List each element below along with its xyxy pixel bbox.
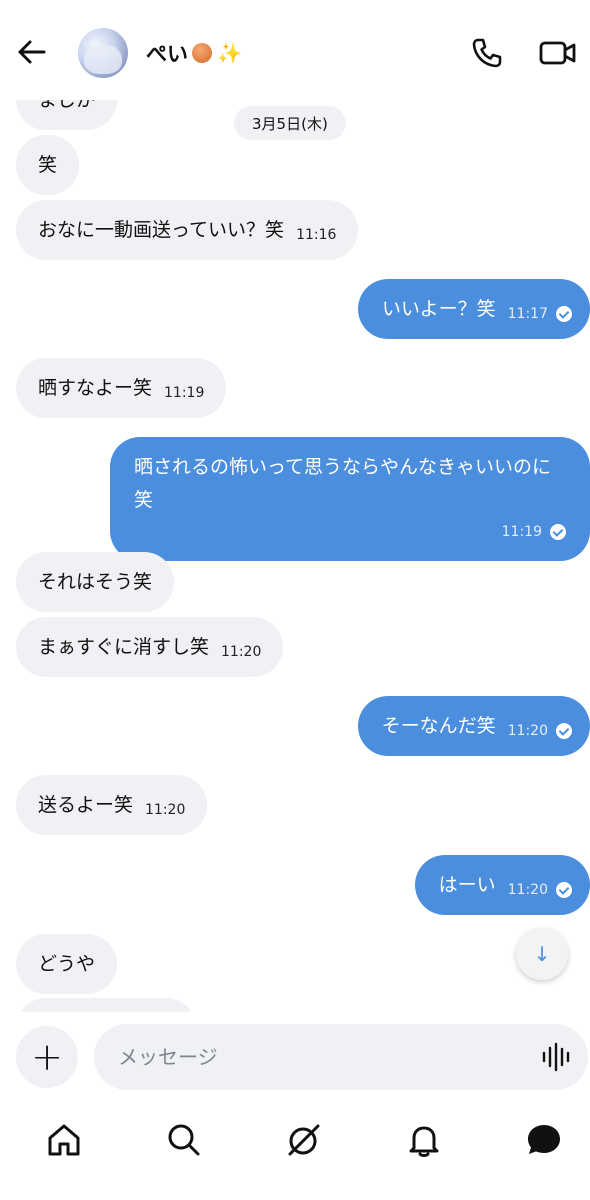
message-incoming[interactable]: 送るよー笑 11:20 — [16, 775, 208, 835]
add-attachment-button[interactable]: + — [16, 1026, 78, 1088]
date-divider: 3月5日(木) — [234, 106, 346, 140]
contact-name[interactable]: ぺい ✨ — [146, 38, 242, 68]
voice-waveform-icon[interactable] — [540, 1042, 572, 1072]
message-outgoing[interactable]: いいよー？笑 11:17 — [358, 279, 590, 339]
search-icon[interactable] — [164, 1120, 204, 1160]
message-text: はーい — [438, 874, 496, 896]
message-text: まぁすぐに消すし笑 — [38, 636, 210, 658]
message-text: どうや — [38, 953, 96, 975]
back-arrow-icon[interactable] — [14, 34, 50, 70]
avatar[interactable] — [78, 28, 128, 78]
read-check-icon — [556, 723, 572, 739]
message-text: 晒されるの怖いって思うならやんなきゃいいのに笑 — [134, 456, 552, 511]
scroll-to-bottom-button[interactable]: ↓ — [516, 928, 568, 980]
message-list[interactable]: まじか 笑 おなに一動画送っていい？笑 11:16 いいよー？笑 11:17 晒… — [0, 0, 590, 1012]
message-text: 送るよー笑 — [38, 794, 134, 816]
contact-name-text: ぺい — [146, 42, 188, 66]
message-text: そーなんだ笑 — [381, 715, 496, 737]
message-incoming[interactable]: まぁすぐに消すし笑 11:20 — [16, 617, 284, 677]
message-time: 11:19 — [164, 385, 205, 401]
home-icon[interactable] — [44, 1120, 84, 1160]
grok-icon[interactable] — [284, 1120, 324, 1160]
message-outgoing[interactable]: はーい 11:20 — [414, 855, 590, 915]
message-text: 晒すなよー笑 — [38, 377, 153, 399]
message-incoming[interactable]: それはそう笑 — [16, 552, 175, 612]
plus-icon: + — [31, 1035, 63, 1079]
message-time: 11:17 — [507, 306, 548, 322]
message-text: それはそう笑 — [38, 571, 153, 593]
video-camera-icon[interactable] — [538, 36, 578, 70]
message-time: 11:20 — [507, 723, 548, 739]
sparkles-emoji-icon: ✨ — [217, 41, 242, 65]
arrow-down-icon: ↓ — [533, 942, 551, 966]
message-time: 11:20 — [145, 802, 186, 818]
message-time: 11:20 — [507, 882, 548, 898]
ball-emoji-icon — [192, 43, 212, 63]
message-incoming-partial[interactable] — [16, 998, 196, 1012]
message-time: 11:19 — [501, 524, 542, 540]
messages-icon[interactable] — [524, 1120, 564, 1160]
read-check-icon — [556, 306, 572, 322]
message-text: 笑 — [38, 154, 58, 176]
message-outgoing[interactable]: 晒されるの怖いって思うならやんなきゃいいのに笑 11:19 — [110, 437, 590, 561]
message-time: 11:20 — [221, 644, 262, 660]
message-incoming[interactable]: おなに一動画送っていい？笑 11:16 — [16, 200, 359, 260]
read-check-icon — [556, 882, 572, 898]
phone-icon[interactable] — [470, 36, 504, 70]
conversation-header: ぺい ✨ — [0, 0, 590, 100]
notifications-bell-icon[interactable] — [404, 1120, 444, 1160]
message-text: おなに一動画送っていい？笑 — [38, 219, 285, 241]
read-check-icon — [550, 524, 566, 540]
message-time: 11:16 — [296, 227, 337, 243]
message-meta: 11:19 — [134, 517, 566, 547]
message-text: いいよー？笑 — [382, 298, 496, 320]
message-incoming[interactable]: どうや — [16, 934, 118, 994]
message-outgoing[interactable]: そーなんだ笑 11:20 — [357, 696, 590, 756]
message-incoming[interactable]: 晒すなよー笑 11:19 — [16, 358, 227, 418]
message-input[interactable] — [94, 1024, 588, 1090]
message-incoming[interactable]: 笑 — [16, 135, 80, 195]
